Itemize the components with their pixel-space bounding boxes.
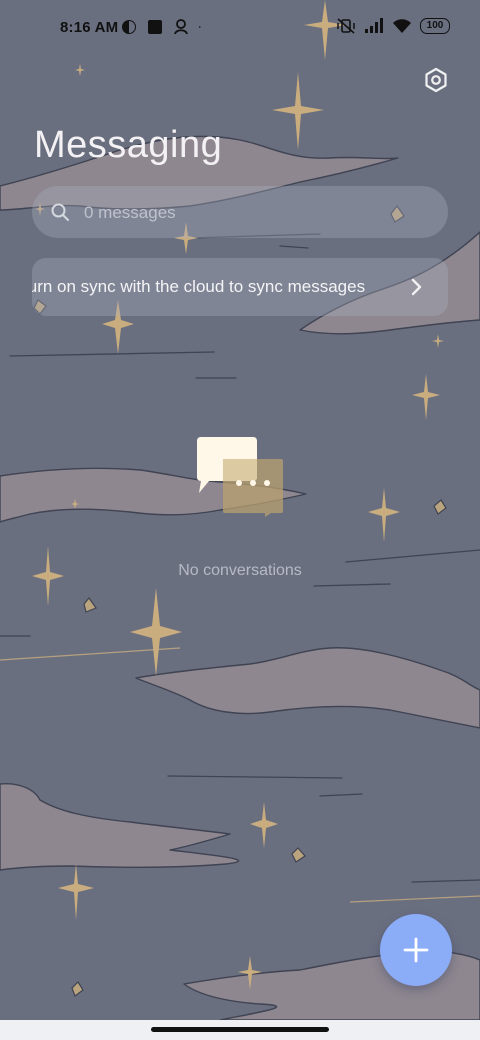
battery-icon: 100 <box>420 18 450 34</box>
status-icons-left <box>120 18 206 36</box>
status-bar: 8:16 AM 100 <box>0 0 480 56</box>
signal-icon <box>365 18 383 33</box>
search-input[interactable] <box>82 186 426 240</box>
location-person-icon <box>174 19 188 35</box>
vpn-key-icon <box>122 20 136 34</box>
sync-banner-text: Turn on sync with the cloud to sync mess… <box>32 277 366 296</box>
status-icons-right: 100 <box>336 17 450 35</box>
empty-state-text: No conversations <box>178 562 302 579</box>
new-message-button[interactable] <box>380 914 452 986</box>
cloud-sync-banner[interactable]: Turn on sync with the cloud to sync mess… <box>32 258 448 316</box>
settings-hexagon-icon <box>425 67 447 93</box>
sync-banner-text-clip: Turn on sync with the cloud to sync mess… <box>32 258 394 316</box>
dot-icon <box>198 26 201 28</box>
plus-icon <box>403 937 429 963</box>
vibrate-off-icon <box>337 18 355 34</box>
wifi-icon <box>393 19 411 33</box>
search-icon <box>51 203 69 221</box>
chat-bubbles-icon <box>197 437 283 517</box>
page-title: Messaging <box>34 124 223 166</box>
settings-button[interactable] <box>421 65 451 95</box>
home-indicator[interactable] <box>151 1027 329 1032</box>
navigation-bar <box>0 1020 480 1040</box>
status-time: 8:16 AM <box>60 19 119 36</box>
app-square-icon <box>148 20 162 34</box>
search-bar[interactable] <box>32 186 448 240</box>
chevron-right-icon <box>411 278 422 296</box>
